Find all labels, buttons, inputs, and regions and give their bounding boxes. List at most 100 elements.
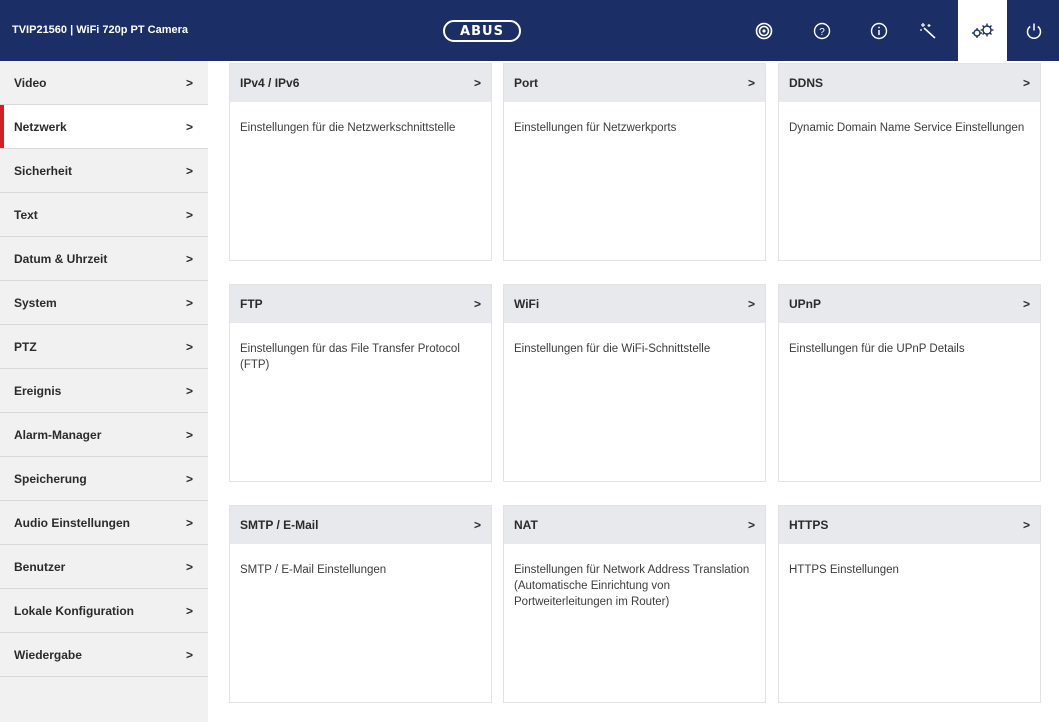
help-button[interactable]: ? (809, 0, 835, 61)
active-marker (0, 325, 4, 368)
sidebar-item-wiedergabe[interactable]: Wiedergabe > (0, 633, 208, 677)
chevron-right-icon: > (186, 647, 194, 662)
active-marker (0, 633, 4, 676)
abus-logo: ABUS (443, 20, 521, 42)
card-header[interactable]: DDNS > (779, 64, 1040, 102)
card-ftp[interactable]: FTP > Einstellungen für das File Transfe… (229, 284, 492, 482)
chevron-right-icon: > (186, 251, 194, 266)
card-description: Einstellungen für Network Address Transl… (514, 564, 750, 608)
active-marker (0, 545, 4, 588)
card-upnp[interactable]: UPnP > Einstellungen für die UPnP Detail… (778, 284, 1041, 482)
sidebar-item-label: Datum & Uhrzeit (14, 251, 108, 266)
active-marker (0, 281, 4, 324)
power-button[interactable] (1021, 0, 1047, 61)
sidebar-item-audio-einstellungen[interactable]: Audio Einstellungen > (0, 501, 208, 545)
card-description: Einstellungen für das File Transfer Prot… (240, 343, 460, 371)
top-header: TVIP21560 | WiFi 720p PT Camera ABUS ? (0, 0, 1059, 61)
sidebar-item-ptz[interactable]: PTZ > (0, 325, 208, 369)
chevron-right-icon: > (186, 383, 194, 398)
card-title: DDNS (789, 76, 824, 90)
sidebar-item-label: Speicherung (14, 471, 87, 486)
card-title: HTTPS (789, 518, 829, 532)
card-wifi[interactable]: WiFi > Einstellungen für die WiFi-Schnit… (503, 284, 766, 482)
chevron-right-icon: > (186, 515, 194, 530)
card-header[interactable]: Port > (504, 64, 765, 102)
card-title: Port (514, 76, 538, 90)
active-marker (0, 501, 4, 544)
chevron-right-icon: > (186, 603, 194, 618)
info-icon (870, 22, 888, 39)
card-header[interactable]: WiFi > (504, 285, 765, 323)
sidebar-item-datum-uhrzeit[interactable]: Datum & Uhrzeit > (0, 237, 208, 281)
active-marker (0, 457, 4, 500)
sidebar-item-ereignis[interactable]: Ereignis > (0, 369, 208, 413)
card-header[interactable]: SMTP / E-Mail > (230, 506, 491, 544)
active-marker (0, 149, 4, 192)
live-view-icon (755, 22, 773, 39)
card-description: Einstellungen für die Netzwerkschnittste… (240, 122, 456, 134)
card-header[interactable]: FTP > (230, 285, 491, 323)
active-marker (0, 369, 4, 412)
sidebar-item-video[interactable]: Video > (0, 61, 208, 105)
sidebar-item-label: Wiedergabe (14, 647, 82, 662)
chevron-right-icon: > (1022, 518, 1030, 532)
card-https[interactable]: HTTPS > HTTPS Einstellungen (778, 505, 1041, 703)
svg-text:?: ? (819, 27, 825, 38)
card-description: SMTP / E-Mail Einstellungen (240, 564, 387, 576)
active-marker (0, 61, 4, 104)
chevron-right-icon: > (186, 163, 194, 178)
sidebar-item-label: Benutzer (14, 559, 66, 574)
sidebar-item-label: PTZ (14, 339, 37, 354)
chevron-right-icon: > (1022, 297, 1030, 311)
chevron-right-icon: > (186, 75, 194, 90)
sidebar-item-label: Audio Einstellungen (14, 515, 130, 530)
chevron-right-icon: > (186, 207, 194, 222)
card-header[interactable]: NAT > (504, 506, 765, 544)
sidebar-item-sicherheit[interactable]: Sicherheit > (0, 149, 208, 193)
sidebar-item-lokale-konfiguration[interactable]: Lokale Konfiguration > (0, 589, 208, 633)
card-header[interactable]: UPnP > (779, 285, 1040, 323)
sidebar-item-speicherung[interactable]: Speicherung > (0, 457, 208, 501)
chevron-right-icon: > (186, 427, 194, 442)
sidebar-item-benutzer[interactable]: Benutzer > (0, 545, 208, 589)
active-marker (0, 589, 4, 632)
chevron-right-icon: > (747, 518, 755, 532)
power-icon (1026, 23, 1042, 39)
sidebar-item-label: Text (14, 207, 38, 222)
card-smtp-email[interactable]: SMTP / E-Mail > SMTP / E-Mail Einstellun… (229, 505, 492, 703)
wizard-button[interactable] (912, 0, 946, 61)
chevron-right-icon: > (186, 339, 194, 354)
settings-icon (971, 23, 993, 38)
chevron-right-icon: > (1022, 76, 1030, 90)
device-title: TVIP21560 | WiFi 720p PT Camera (12, 24, 188, 36)
active-marker (0, 413, 4, 456)
chevron-right-icon: > (747, 76, 755, 90)
logo-text: ABUS (460, 23, 504, 39)
chevron-right-icon: > (186, 471, 194, 486)
sidebar-item-label: Lokale Konfiguration (14, 603, 134, 618)
sidebar-item-label: System (14, 295, 57, 310)
card-title: WiFi (514, 297, 540, 311)
card-header[interactable]: HTTPS > (779, 506, 1040, 544)
card-ddns[interactable]: DDNS > Dynamic Domain Name Service Einst… (778, 63, 1041, 261)
sidebar-item-netzwerk[interactable]: Netzwerk > (0, 105, 208, 149)
sidebar-item-label: Sicherheit (14, 163, 73, 178)
sidebar-item-label: Netzwerk (14, 119, 67, 134)
card-description: Einstellungen für die WiFi-Schnittstelle (514, 343, 711, 355)
sidebar-item-alarm-manager[interactable]: Alarm-Manager > (0, 413, 208, 457)
sidebar-item-text[interactable]: Text > (0, 193, 208, 237)
card-port[interactable]: Port > Einstellungen für Netzwerkports (503, 63, 766, 261)
info-button[interactable] (866, 0, 892, 61)
sidebar-item-label: Video (14, 75, 47, 90)
chevron-right-icon: > (186, 559, 194, 574)
help-icon: ? (813, 22, 831, 39)
chevron-right-icon: > (747, 297, 755, 311)
card-nat[interactable]: NAT > Einstellungen für Network Address … (503, 505, 766, 703)
card-ipv4-ipv6[interactable]: IPv4 / IPv6 > Einstellungen für die Netz… (229, 63, 492, 261)
card-description: HTTPS Einstellungen (789, 564, 899, 576)
card-header[interactable]: IPv4 / IPv6 > (230, 64, 491, 102)
sidebar-item-system[interactable]: System > (0, 281, 208, 325)
settings-button[interactable] (958, 0, 1007, 61)
live-view-button[interactable] (751, 0, 777, 61)
active-marker (0, 193, 4, 236)
